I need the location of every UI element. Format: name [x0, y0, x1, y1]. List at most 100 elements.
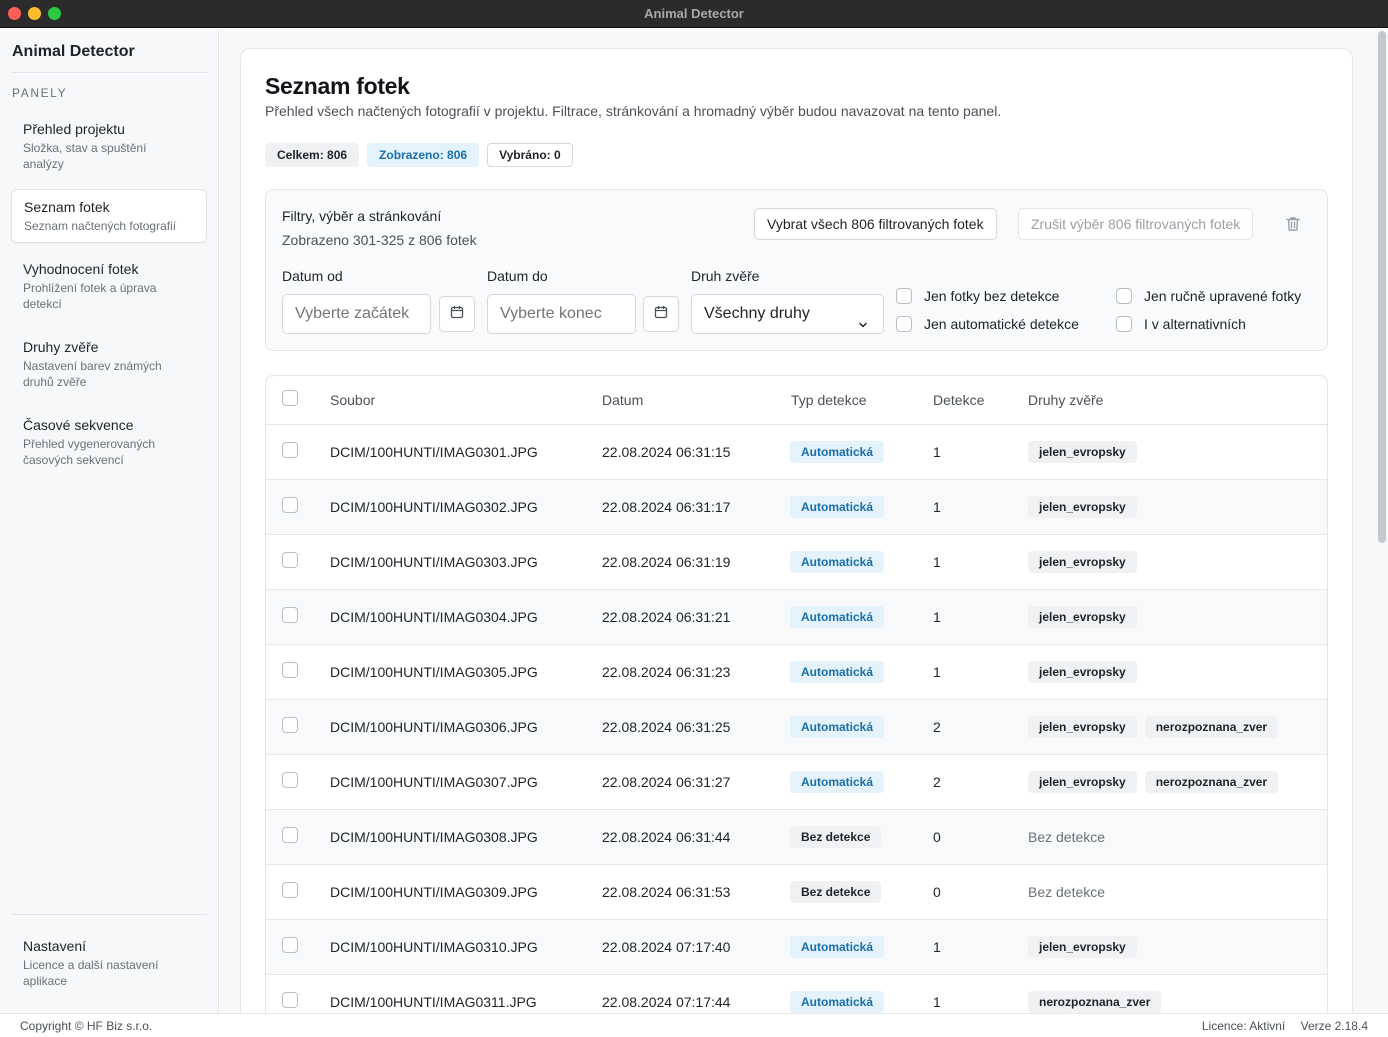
row-checkbox[interactable]	[282, 992, 298, 1008]
sidebar-item-photo-evaluation[interactable]: Vyhodnocení fotek Prohlížení fotek a úpr…	[11, 252, 207, 320]
sidebar-item-time-sequences[interactable]: Časové sekvence Přehled vygenerovaných č…	[11, 408, 207, 476]
scrollbar[interactable]	[1374, 29, 1388, 1013]
chevron-down-icon	[857, 308, 869, 346]
row-checkbox[interactable]	[282, 662, 298, 678]
row-species: jelen_evropsky nerozpoznana_zver	[1028, 716, 1279, 738]
sidebar-item-subtitle: Nastavení barev známých druhů zvěře	[23, 359, 162, 389]
row-checkbox[interactable]	[282, 827, 298, 843]
auto-only-filter[interactable]: Jen automatické detekce	[896, 316, 1079, 332]
sidebar-item-title: Vyhodnocení fotek	[23, 261, 139, 277]
column-header-count[interactable]: Detekce	[933, 392, 984, 408]
species-tag: nerozpoznana_zver	[1028, 991, 1162, 1013]
filters-panel: Filtry, výběr a stránkování Zobrazeno 30…	[265, 189, 1328, 351]
row-date: 22.08.2024 06:31:17	[602, 499, 731, 515]
table-row[interactable]: DCIM/100HUNTI/IMAG0310.JPG 22.08.2024 07:…	[266, 920, 1327, 975]
sidebar-item-title: Seznam fotek	[24, 199, 110, 215]
row-species: jelen_evropsky	[1028, 496, 1137, 518]
no-detection-filter[interactable]: Jen fotky bez detekce	[896, 288, 1059, 304]
shown-count-badge: Zobrazeno: 806	[367, 143, 480, 167]
species-label: Druh zvěře	[691, 268, 760, 284]
column-header-file[interactable]: Soubor	[330, 392, 375, 408]
sidebar-item-settings[interactable]: Nastavení Licence a další nastavení apli…	[11, 929, 207, 997]
footer-right: Licence: Aktivní Verze 2.18.4	[1190, 1019, 1368, 1033]
app-version: Verze 2.18.4	[1300, 1019, 1368, 1033]
table-row[interactable]: DCIM/100HUNTI/IMAG0308.JPG 22.08.2024 06:…	[266, 810, 1327, 865]
select-all-filtered-button[interactable]: Vybrat všech 806 filtrovaných fotek	[754, 208, 997, 240]
column-header-species[interactable]: Druhy zvěře	[1028, 392, 1103, 408]
column-header-type[interactable]: Typ detekce	[791, 392, 867, 408]
row-detection-count: 1	[933, 664, 941, 680]
manual-only-checkbox[interactable]	[1116, 288, 1132, 304]
row-checkbox[interactable]	[282, 717, 298, 733]
row-file: DCIM/100HUNTI/IMAG0306.JPG	[330, 719, 538, 735]
main-content: Seznam fotek Přehled všech načtených fot…	[220, 29, 1388, 1013]
row-species: nerozpoznana_zver	[1028, 991, 1162, 1013]
row-file: DCIM/100HUNTI/IMAG0311.JPG	[330, 994, 537, 1010]
table-row[interactable]: DCIM/100HUNTI/IMAG0303.JPG 22.08.2024 06:…	[266, 535, 1327, 590]
date-to-calendar-button[interactable]	[643, 296, 679, 332]
sidebar-divider	[12, 914, 207, 915]
row-checkbox[interactable]	[282, 497, 298, 513]
species-select[interactable]: Všechny druhy	[691, 294, 884, 334]
species-tag: jelen_evropsky	[1028, 551, 1137, 573]
row-checkbox[interactable]	[282, 882, 298, 898]
table-row[interactable]: DCIM/100HUNTI/IMAG0302.JPG 22.08.2024 06:…	[266, 480, 1327, 535]
table-row[interactable]: DCIM/100HUNTI/IMAG0311.JPG 22.08.2024 07:…	[266, 975, 1327, 1013]
row-checkbox[interactable]	[282, 772, 298, 788]
photo-list-panel: Seznam fotek Přehled všech načtených fot…	[240, 48, 1353, 1013]
column-header-date[interactable]: Datum	[602, 392, 643, 408]
detection-type-badge: Automatická	[790, 496, 885, 518]
row-date: 22.08.2024 06:31:21	[602, 609, 731, 625]
count-badges: Celkem: 806 Zobrazeno: 806 Vybráno: 0	[265, 143, 573, 167]
row-date: 22.08.2024 06:31:27	[602, 774, 731, 790]
date-to-input[interactable]	[487, 294, 636, 334]
species-tag: nerozpoznana_zver	[1144, 716, 1279, 738]
date-from-calendar-button[interactable]	[439, 296, 475, 332]
detection-type-badge: Automatická	[790, 661, 885, 683]
row-file: DCIM/100HUNTI/IMAG0308.JPG	[330, 829, 538, 845]
row-detection-count: 2	[933, 774, 941, 790]
row-checkbox[interactable]	[282, 607, 298, 623]
clear-selection-button[interactable]: Zrušit výběr 806 filtrovaných fotek	[1018, 208, 1254, 240]
table-row[interactable]: DCIM/100HUNTI/IMAG0304.JPG 22.08.2024 06:…	[266, 590, 1327, 645]
detection-type-badge: Automatická	[790, 551, 885, 573]
detection-type-badge: Automatická	[790, 606, 885, 628]
row-file: DCIM/100HUNTI/IMAG0310.JPG	[330, 939, 538, 955]
table-row[interactable]: DCIM/100HUNTI/IMAG0305.JPG 22.08.2024 06:…	[266, 645, 1327, 700]
row-checkbox[interactable]	[282, 442, 298, 458]
sidebar-item-title: Druhy zvěře	[23, 339, 99, 355]
select-all-rows-checkbox[interactable]	[282, 390, 298, 406]
detection-type-badge: Automatická	[790, 991, 885, 1013]
row-detection-count: 1	[933, 994, 941, 1010]
scrollbar-thumb[interactable]	[1378, 31, 1386, 543]
row-date: 22.08.2024 06:31:19	[602, 554, 731, 570]
row-file: DCIM/100HUNTI/IMAG0305.JPG	[330, 664, 538, 680]
sidebar-item-species[interactable]: Druhy zvěře Nastavení barev známých druh…	[11, 330, 207, 398]
row-detection-count: 1	[933, 444, 941, 460]
table-row[interactable]: DCIM/100HUNTI/IMAG0309.JPG 22.08.2024 06:…	[266, 865, 1327, 920]
table-row[interactable]: DCIM/100HUNTI/IMAG0306.JPG 22.08.2024 06:…	[266, 700, 1327, 755]
table-row[interactable]: DCIM/100HUNTI/IMAG0307.JPG 22.08.2024 06:…	[266, 755, 1327, 810]
row-detection-count: 2	[933, 719, 941, 735]
sidebar-section-label: PANELY	[12, 86, 68, 100]
row-checkbox[interactable]	[282, 937, 298, 953]
no-detection-checkbox[interactable]	[896, 288, 912, 304]
row-species: jelen_evropsky	[1028, 441, 1137, 463]
row-species: jelen_evropsky	[1028, 551, 1137, 573]
manual-only-filter[interactable]: Jen ručně upravené fotky	[1116, 288, 1301, 304]
filters-title: Filtry, výběr a stránkování	[282, 208, 442, 224]
trash-icon[interactable]	[1284, 215, 1302, 233]
sidebar-item-photo-list[interactable]: Seznam fotek Seznam načtených fotografií	[11, 189, 207, 243]
alternative-checkbox[interactable]	[1116, 316, 1132, 332]
row-date: 22.08.2024 06:31:23	[602, 664, 731, 680]
row-detection-count: 1	[933, 939, 941, 955]
alternative-filter[interactable]: I v alternativních	[1116, 316, 1246, 332]
page-description: Přehled všech načtených fotografií v pro…	[265, 103, 1002, 119]
row-date: 22.08.2024 07:17:44	[602, 994, 731, 1010]
table-row[interactable]: DCIM/100HUNTI/IMAG0301.JPG 22.08.2024 06:…	[266, 425, 1327, 480]
sidebar-item-project-overview[interactable]: Přehled projektu Složka, stav a spuštění…	[11, 112, 207, 180]
detection-type-badge: Automatická	[790, 771, 885, 793]
auto-only-checkbox[interactable]	[896, 316, 912, 332]
row-checkbox[interactable]	[282, 552, 298, 568]
date-from-input[interactable]	[282, 294, 431, 334]
